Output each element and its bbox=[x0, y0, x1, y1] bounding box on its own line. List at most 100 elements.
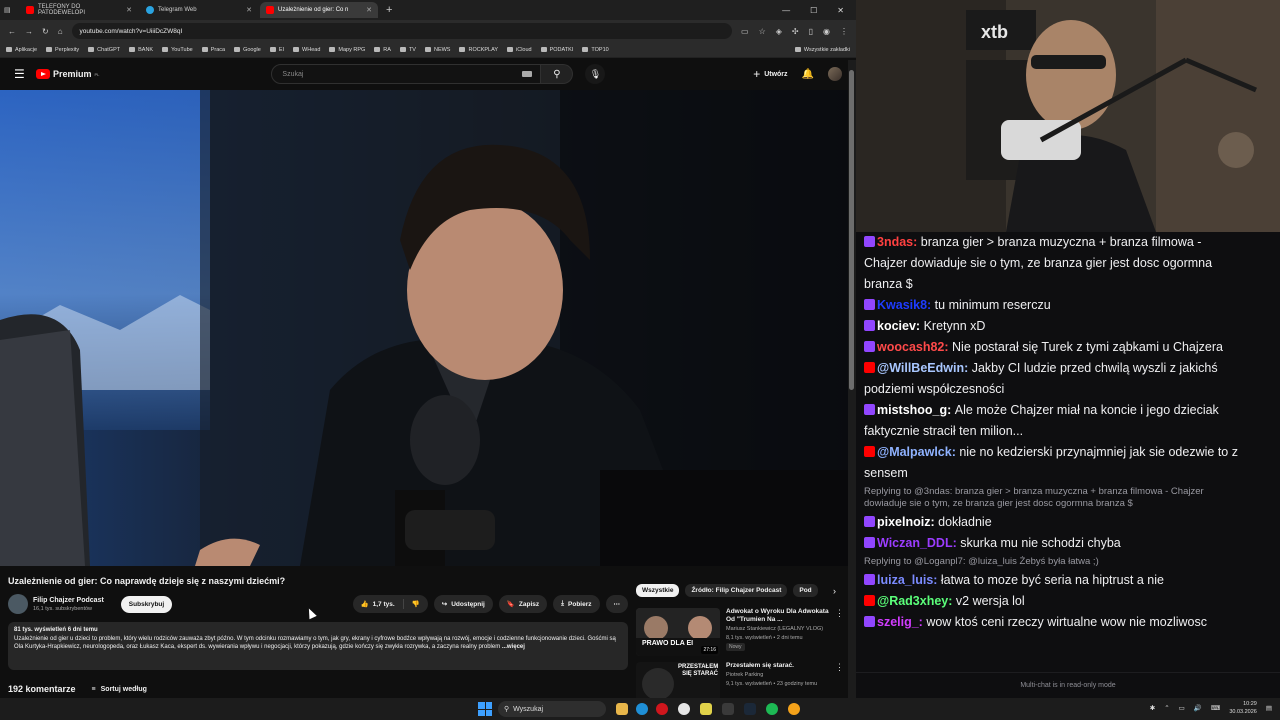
chat-username[interactable]: luiza_luis: bbox=[877, 573, 941, 587]
bookmark-item[interactable]: WHead bbox=[293, 47, 320, 53]
chat-username[interactable]: woocash82: bbox=[877, 340, 952, 354]
youtube-logo[interactable]: Premium PL bbox=[36, 69, 99, 79]
bookmark-item[interactable]: iCloud bbox=[507, 47, 532, 53]
menu-icon[interactable]: ▤ bbox=[4, 6, 18, 14]
maximize-icon[interactable]: ☐ bbox=[810, 6, 817, 15]
tab-telegram[interactable]: Telegram Web ✕ bbox=[140, 2, 258, 18]
minimize-icon[interactable]: — bbox=[782, 6, 790, 15]
bookmark-star-icon[interactable]: ☆ bbox=[759, 27, 766, 36]
tab-youtube-video[interactable]: Uzależnienie od gier: Co n ✕ bbox=[260, 2, 378, 18]
share-button[interactable]: ↪ Udostępnij bbox=[433, 595, 493, 613]
scrollbar-thumb[interactable] bbox=[849, 70, 854, 390]
chip-podcast[interactable]: Pod bbox=[793, 584, 818, 597]
home-icon[interactable]: ⌂ bbox=[58, 27, 63, 36]
notifications-icon[interactable]: ▤ bbox=[1266, 704, 1272, 712]
more-icon[interactable]: ⋮ bbox=[840, 27, 848, 36]
bookmark-item[interactable]: Perplexity bbox=[46, 47, 79, 53]
url-field[interactable]: youtube.com/watch?v=UiiiDcZW8qI bbox=[71, 23, 733, 39]
recommended-channel[interactable]: Mariusz Stankiewicz (LEGALNY VLOG) bbox=[726, 626, 829, 633]
video-thumbnail[interactable]: PRAWO DLA EI 27:16 bbox=[636, 608, 720, 656]
video-player[interactable] bbox=[0, 90, 848, 566]
hamburger-menu-icon[interactable]: ☰ bbox=[14, 67, 36, 81]
back-icon[interactable]: ← bbox=[8, 27, 16, 36]
chevron-up-icon[interactable]: ⌃ bbox=[1164, 704, 1169, 712]
forward-icon[interactable]: → bbox=[25, 27, 33, 36]
chat-username[interactable]: 3ndas: bbox=[877, 235, 921, 249]
chip-source[interactable]: Źródło: Filip Chajzer Podcast bbox=[685, 584, 788, 597]
notifications-bell-icon[interactable]: 🔔 bbox=[802, 69, 814, 80]
subscribe-button[interactable]: Subskrybuj bbox=[120, 595, 173, 613]
bookmark-item[interactable]: Aplikacje bbox=[6, 47, 37, 53]
bookmark-item[interactable]: TV bbox=[399, 47, 416, 53]
volume-icon[interactable]: 🔊 bbox=[1194, 704, 1202, 712]
bookmark-item[interactable]: BANK bbox=[129, 47, 153, 53]
more-vertical-icon[interactable]: ⋮ bbox=[835, 608, 844, 658]
bookmark-item[interactable]: TOP10 bbox=[582, 47, 609, 53]
windows-start-icon[interactable] bbox=[478, 702, 492, 716]
reload-icon[interactable]: ↻ bbox=[42, 27, 49, 36]
recommended-video[interactable]: PRAWO DLA EI 27:16 Adwokat o Wyroku Dla … bbox=[636, 608, 844, 658]
like-button[interactable]: 👍 1,7 tys. bbox=[353, 595, 403, 613]
taskbar-search[interactable]: ⚲ Wyszukaj bbox=[498, 701, 606, 717]
keyboard-icon[interactable] bbox=[522, 71, 533, 77]
file-explorer-icon[interactable] bbox=[616, 703, 628, 715]
bookmark-item[interactable]: PODATKI bbox=[540, 47, 573, 53]
bookmark-item[interactable]: YouTube bbox=[162, 47, 193, 53]
chat-username[interactable]: Kwasik8: bbox=[877, 298, 935, 312]
sidebar-icon[interactable]: ▯ bbox=[809, 27, 813, 36]
bookmark-item[interactable]: ROCKPLAY bbox=[459, 47, 498, 53]
bookmark-item[interactable]: Praca bbox=[201, 47, 225, 53]
keyboard-layout-icon[interactable]: ⌨ bbox=[1211, 704, 1220, 712]
search-button[interactable]: ⚲ bbox=[541, 64, 574, 84]
download-manager-icon[interactable] bbox=[722, 703, 734, 715]
tab-telefony[interactable]: TELEFONY DO PATODEWELOPI ✕ bbox=[20, 2, 138, 18]
download-button[interactable]: ⤓ Pobierz bbox=[553, 595, 600, 613]
create-button[interactable]: + Utwórz bbox=[753, 67, 787, 81]
spotify-icon[interactable] bbox=[766, 703, 778, 715]
more-actions-button[interactable]: ⋯ bbox=[605, 595, 628, 613]
close-icon[interactable]: ✕ bbox=[366, 6, 372, 14]
page-scrollbar[interactable] bbox=[848, 60, 856, 698]
chat-username[interactable]: Wiczan_DDL: bbox=[877, 536, 960, 550]
new-tab-button[interactable]: + bbox=[380, 4, 398, 16]
chat-username[interactable]: @WillBeEdwin: bbox=[877, 361, 972, 375]
chip-all[interactable]: Wszystkie bbox=[636, 584, 680, 597]
show-more-link[interactable]: ...więcej bbox=[502, 644, 525, 650]
channel-avatar[interactable] bbox=[8, 594, 28, 614]
bookmark-item[interactable]: EI bbox=[269, 47, 284, 53]
close-window-icon[interactable]: ✕ bbox=[837, 6, 844, 15]
recommended-channel[interactable]: Piotrek Parking bbox=[726, 672, 829, 679]
network-icon[interactable]: ▭ bbox=[1179, 704, 1185, 712]
bookmark-item[interactable]: NEWS bbox=[424, 47, 450, 53]
chat-username[interactable]: @Malpawlck: bbox=[877, 445, 959, 459]
close-icon[interactable]: ✕ bbox=[126, 6, 132, 14]
chrome-icon[interactable] bbox=[678, 703, 690, 715]
chat-username[interactable]: pixelnoiz: bbox=[877, 515, 938, 529]
steam-icon[interactable] bbox=[744, 703, 756, 715]
recommended-title[interactable]: Przestałem się starać. bbox=[726, 662, 829, 670]
bluetooth-icon[interactable]: ✱ bbox=[1150, 704, 1155, 712]
bookmark-item[interactable]: Google bbox=[234, 47, 261, 53]
opera-icon[interactable] bbox=[656, 703, 668, 715]
recommended-title[interactable]: Adwokat o Wyroku Dla Adwokata Od "Trumie… bbox=[726, 608, 829, 624]
close-icon[interactable]: ✕ bbox=[246, 6, 252, 14]
all-bookmarks[interactable]: Wszystkie zakładki bbox=[794, 47, 850, 53]
bookmark-item[interactable]: RA bbox=[374, 47, 391, 53]
search-input[interactable]: Szukaj bbox=[271, 64, 542, 84]
bookmark-item[interactable]: Mapy RPG bbox=[329, 47, 365, 53]
chat-username[interactable]: @Rad3xhey: bbox=[877, 594, 956, 608]
channel-name[interactable]: Filip Chajzer Podcast bbox=[33, 597, 104, 604]
clock[interactable]: 10:29 30.03.2026 bbox=[1229, 700, 1257, 716]
voice-search-button[interactable]: 🎙 bbox=[585, 64, 606, 84]
avatar[interactable] bbox=[828, 67, 842, 81]
chat-username[interactable]: kociev: bbox=[877, 319, 924, 333]
chevron-right-icon[interactable]: › bbox=[833, 586, 836, 596]
profile-icon[interactable]: ◉ bbox=[823, 27, 830, 36]
puzzle-icon[interactable]: ✣ bbox=[792, 27, 799, 36]
save-button[interactable]: 🔖 Zapisz bbox=[498, 595, 548, 613]
sort-comments-button[interactable]: ≡ Sortuj według bbox=[92, 686, 147, 693]
chrome-active-icon[interactable] bbox=[788, 703, 800, 715]
bookmark-item[interactable]: ChatGPT bbox=[88, 47, 120, 53]
edge-icon[interactable] bbox=[636, 703, 648, 715]
video-description[interactable]: 81 tys. wyświetleń 6 dni temu Uzależnien… bbox=[8, 622, 628, 670]
